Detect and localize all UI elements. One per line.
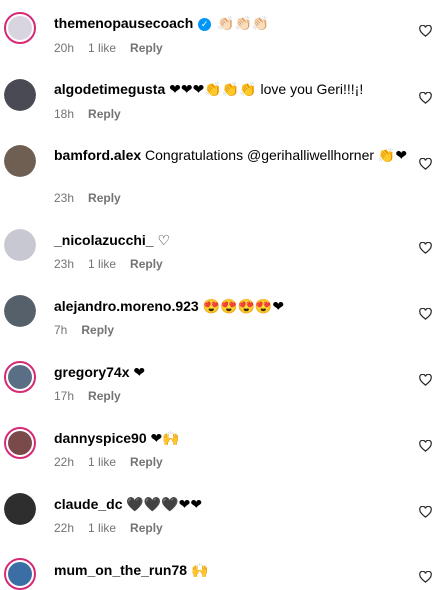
avatar[interactable] [4, 558, 36, 590]
reply-button[interactable]: Reply [130, 521, 163, 535]
comment-message: Congratulations @gerihalliwellhorner 👏❤ [145, 147, 408, 163]
comment-username[interactable]: themenopausecoach [54, 15, 193, 31]
comment-time: 23h [54, 257, 75, 271]
avatar-image [8, 562, 32, 586]
comment-text: gregory74x ❤ [54, 363, 413, 381]
avatar[interactable] [4, 145, 36, 177]
comment-meta: 20h 1 like Reply [54, 41, 177, 55]
comment-username[interactable]: dannyspice90 [54, 430, 147, 446]
comment-username[interactable]: _nicolazucchi_ [54, 232, 154, 248]
comment-message: 👏🏻👏🏻👏🏻 [217, 15, 270, 31]
reply-button[interactable]: Reply [130, 257, 163, 271]
avatar-image [4, 295, 36, 327]
like-count[interactable]: 1 like [88, 257, 116, 271]
comment-text: themenopausecoach ✓ 👏🏻👏🏻👏🏻 [54, 14, 413, 32]
comment-meta: 17h Reply [54, 389, 135, 403]
comment-time: 7h [54, 323, 68, 337]
comment-time: 18h [54, 107, 75, 121]
verified-badge-icon: ✓ [198, 18, 212, 31]
avatar[interactable] [4, 79, 36, 111]
like-count[interactable]: 1 like [88, 41, 116, 55]
avatar[interactable] [4, 361, 36, 393]
heart-outline-icon[interactable] [419, 440, 433, 454]
like-count[interactable]: 1 like [88, 521, 116, 535]
avatar[interactable] [4, 493, 36, 525]
comment-text: algodetimegusta ❤❤❤👏👏👏 love you Geri!!!¡… [54, 80, 413, 98]
comment-meta: 22h 1 like Reply [54, 521, 177, 535]
avatar-image [4, 145, 36, 177]
heart-outline-icon[interactable] [419, 374, 433, 388]
comment-username[interactable]: claude_dc [54, 496, 122, 512]
comment-meta: 18h Reply [54, 107, 135, 121]
comment-text: claude_dc 🖤🖤🖤❤❤ [54, 495, 413, 513]
comment-time: 23h [54, 191, 75, 205]
heart-outline-icon[interactable] [419, 308, 433, 322]
avatar[interactable] [4, 229, 36, 261]
comment-message: ❤🙌 [150, 430, 180, 446]
comment-text: bamford.alex Congratulations @gerihalliw… [54, 146, 413, 164]
comment-meta: 7h Reply [54, 323, 128, 337]
comment-text: mum_on_the_run78 🙌 [54, 561, 413, 579]
heart-outline-icon[interactable] [419, 158, 433, 172]
heart-outline-icon[interactable] [419, 571, 433, 585]
comment-time: 20h [54, 41, 75, 55]
avatar-image [8, 431, 32, 455]
comment-text: alejandro.moreno.923 😍😍😍😍❤ [54, 297, 413, 315]
comment-message: ❤❤❤👏👏👏 love you Geri!!!¡! [169, 81, 364, 97]
avatar[interactable] [4, 12, 36, 44]
reply-button[interactable]: Reply [130, 455, 163, 469]
like-count[interactable]: 1 like [88, 455, 116, 469]
comment-text: dannyspice90 ❤🙌 [54, 429, 413, 447]
reply-button[interactable]: Reply [88, 107, 121, 121]
reply-button[interactable]: Reply [88, 389, 121, 403]
heart-outline-icon[interactable] [419, 506, 433, 520]
heart-outline-icon[interactable] [419, 92, 433, 106]
comment-username[interactable]: algodetimegusta [54, 81, 165, 97]
comment-time: 22h [54, 455, 75, 469]
comment-time: 22h [54, 521, 75, 535]
avatar-image [4, 79, 36, 111]
heart-outline-icon[interactable] [419, 25, 433, 39]
comment-message: 🙌 [190, 562, 209, 578]
reply-button[interactable]: Reply [88, 191, 121, 205]
comment-message: ♡ [157, 232, 171, 248]
comment-meta: 22h 1 like Reply [54, 455, 177, 469]
comment-text: _nicolazucchi_ ♡ [54, 231, 413, 249]
comment-username[interactable]: alejandro.moreno.923 [54, 298, 199, 314]
avatar-image [4, 493, 36, 525]
comment-username[interactable]: gregory74x [54, 364, 129, 380]
comment-message: ❤ [133, 364, 146, 380]
avatar-image [8, 365, 32, 389]
avatar-image [4, 229, 36, 261]
heart-outline-icon[interactable] [419, 242, 433, 256]
comment-time: 17h [54, 389, 75, 403]
comment-username[interactable]: bamford.alex [54, 147, 141, 163]
avatar[interactable] [4, 427, 36, 459]
reply-button[interactable]: Reply [130, 41, 163, 55]
avatar-image [8, 16, 32, 40]
comment-message: 🖤🖤🖤❤❤ [126, 496, 203, 512]
comment-meta: 23h Reply [54, 191, 135, 205]
comment-message: 😍😍😍😍❤ [202, 298, 285, 314]
comment-username[interactable]: mum_on_the_run78 [54, 562, 187, 578]
reply-button[interactable]: Reply [81, 323, 114, 337]
avatar[interactable] [4, 295, 36, 327]
comment-meta: 23h 1 like Reply [54, 257, 177, 271]
